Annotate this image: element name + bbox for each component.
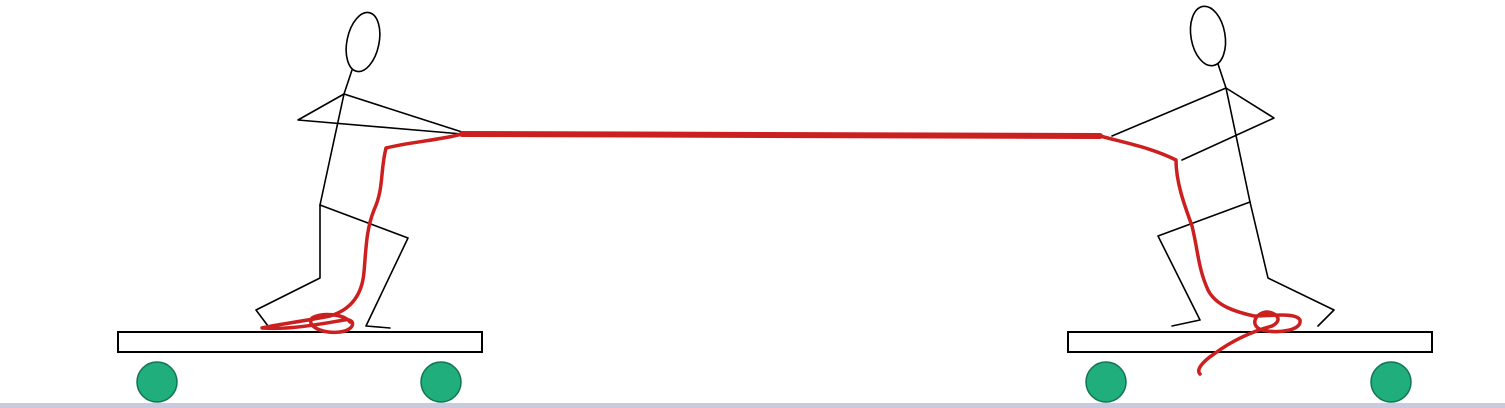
rope-left-end — [260, 132, 464, 335]
right-figure-torso — [1225, 87, 1251, 203]
left-cart — [117, 331, 483, 403]
right-figure-front-arm — [1111, 87, 1227, 137]
right-figure-front-leg — [1249, 201, 1335, 327]
left-figure-back-arm — [297, 93, 463, 135]
rope-pulling-diagram — [0, 5, 1505, 408]
left-figure-head — [345, 11, 381, 73]
ground-line — [0, 403, 1505, 408]
right-figure-neck — [1217, 63, 1227, 89]
left-cart-rear-wheel — [136, 361, 178, 403]
right-cart — [1067, 331, 1433, 403]
rope-taut-section — [459, 131, 1103, 139]
right-stick-figure — [1111, 5, 1335, 327]
left-figure-back-leg — [255, 204, 321, 327]
left-stick-figure — [255, 11, 463, 329]
left-cart-board — [117, 331, 483, 353]
right-figure-head — [1189, 5, 1227, 67]
left-figure-front-arm — [343, 93, 463, 133]
left-figure-neck — [343, 69, 353, 95]
left-cart-front-wheel — [420, 361, 462, 403]
right-cart-rear-wheel — [1085, 361, 1127, 403]
left-figure-torso — [319, 93, 345, 206]
right-figure-back-leg — [1157, 201, 1251, 327]
right-cart-front-wheel — [1370, 361, 1412, 403]
